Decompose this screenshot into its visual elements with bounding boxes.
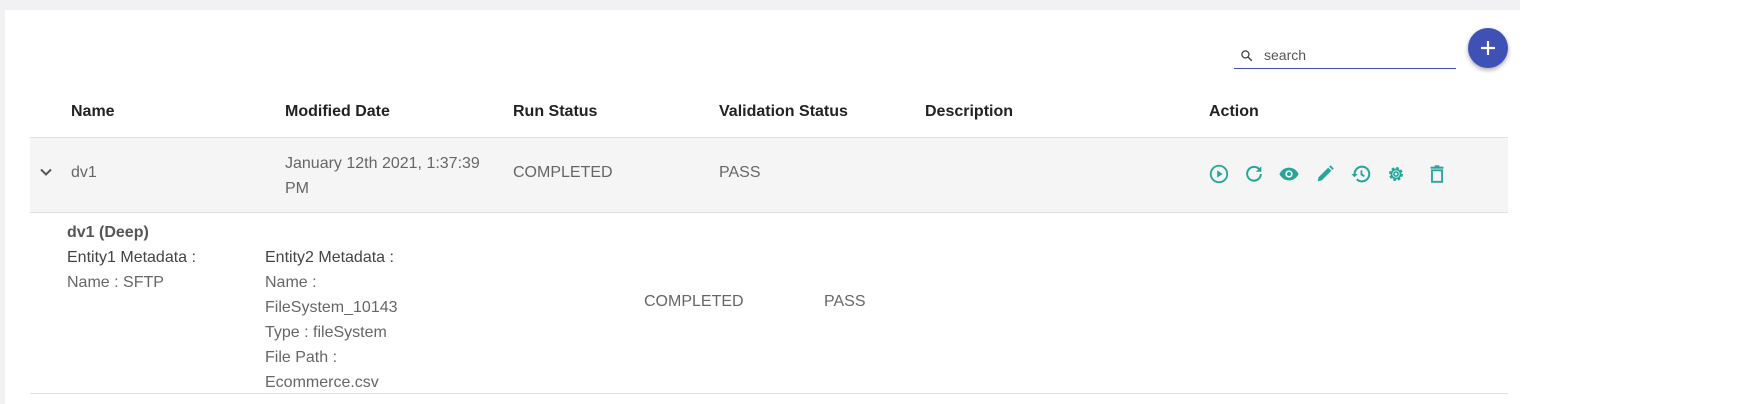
add-button[interactable]: [1468, 28, 1508, 68]
detail-run-status: COMPLETED: [644, 293, 744, 310]
row-modified-date: January 12th 2021, 1:37:39 PM: [285, 155, 480, 197]
column-header-name[interactable]: Name: [71, 103, 115, 121]
search-icon: [1240, 49, 1258, 62]
search-input[interactable]: [1264, 47, 1444, 63]
column-header-modified-date[interactable]: Modified Date: [285, 103, 390, 121]
history-icon[interactable]: [1350, 163, 1372, 185]
entity2-line: Type : fileSystem: [265, 324, 387, 341]
plus-icon: [1481, 41, 1495, 55]
entity2-line: File Path :: [265, 349, 338, 366]
eye-icon[interactable]: [1278, 163, 1300, 185]
entity2-line: Ecommerce.csv: [265, 374, 379, 391]
entity1-heading: Entity1 Metadata :: [67, 249, 196, 266]
refresh-icon[interactable]: [1243, 163, 1265, 185]
entity2-line: Name :: [265, 274, 317, 291]
top-band: [0, 0, 1520, 10]
play-circle-icon[interactable]: [1208, 163, 1230, 185]
detail-validation-status: PASS: [824, 293, 866, 310]
column-header-validation-status[interactable]: Validation Status: [719, 103, 848, 121]
column-header-description[interactable]: Description: [925, 103, 1013, 121]
search-box[interactable]: [1234, 42, 1456, 69]
entity1-line: Name : SFTP: [67, 274, 164, 291]
row-validation-status: PASS: [719, 164, 761, 181]
gear-icon[interactable]: [1385, 163, 1407, 185]
row-name: dv1: [71, 164, 97, 181]
edit-pencil-icon[interactable]: [1314, 163, 1336, 185]
column-header-run-status[interactable]: Run Status: [513, 103, 597, 121]
chevron-down-icon[interactable]: [38, 164, 54, 180]
row-run-status: COMPLETED: [513, 164, 613, 181]
delete-trash-icon[interactable]: [1426, 163, 1448, 185]
entity2-line: FileSystem_10143: [265, 299, 398, 316]
row-divider: [30, 212, 1508, 213]
detail-entity2: Entity2 Metadata : Name : FileSystem_101…: [265, 245, 398, 395]
detail-entity1: dv1 (Deep) Entity1 Metadata : Name : SFT…: [67, 220, 196, 295]
column-header-action: Action: [1209, 103, 1259, 120]
detail-divider: [30, 393, 1508, 394]
entity2-heading: Entity2 Metadata :: [265, 249, 394, 266]
detail-title: dv1 (Deep): [67, 224, 149, 241]
